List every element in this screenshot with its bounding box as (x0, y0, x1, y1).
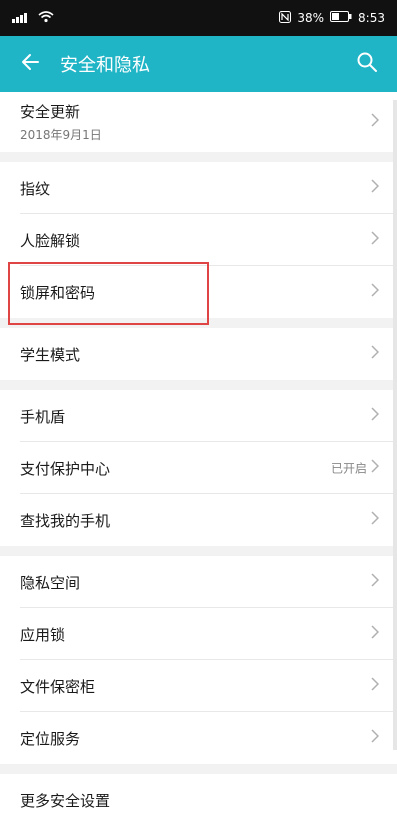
item-label: 学生模式 (20, 345, 81, 364)
settings-group: 学生模式 (0, 328, 397, 380)
list-item-payment-protection[interactable]: 支付保护中心 已开启 (0, 442, 397, 494)
battery-percent: 38% (297, 11, 325, 25)
item-label: 更多安全设置 (20, 791, 111, 810)
chevron-right-icon (371, 345, 380, 363)
list-item-app-lock[interactable]: 应用锁 (0, 608, 397, 660)
arrow-left-icon (19, 51, 41, 77)
item-label: 锁屏和密码 (20, 283, 96, 302)
list-item-more-security[interactable]: 更多安全设置 (0, 774, 397, 826)
signal-icon (12, 11, 34, 26)
chevron-right-icon (371, 113, 380, 131)
chevron-right-icon (371, 573, 380, 591)
item-label: 安全更新 (20, 103, 81, 121)
item-label: 人脸解锁 (20, 231, 81, 250)
app-bar: 安全和隐私 (0, 36, 397, 92)
settings-group: 隐私空间 应用锁 文件保密柜 定位服务 (0, 556, 397, 764)
item-label: 文件保密柜 (20, 677, 96, 696)
item-label: 查找我的手机 (20, 511, 111, 530)
list-item-security-update[interactable]: 安全更新 2018年9月1日 (0, 92, 397, 152)
list-item-private-space[interactable]: 隐私空间 (0, 556, 397, 608)
page-title: 安全和隐私 (60, 55, 150, 76)
chevron-right-icon (371, 179, 380, 197)
chevron-right-icon (371, 511, 380, 529)
search-icon (356, 51, 378, 77)
settings-group: 指纹 人脸解锁 锁屏和密码 (0, 162, 397, 318)
wifi-icon (38, 10, 54, 26)
clock: 8:53 (358, 11, 385, 25)
back-button[interactable] (0, 36, 60, 92)
chevron-right-icon (371, 459, 380, 477)
list-item-student-mode[interactable]: 学生模式 (0, 328, 397, 380)
settings-group: 安全更新 2018年9月1日 (0, 92, 397, 152)
scrollbar[interactable] (393, 100, 397, 750)
settings-list: 安全更新 2018年9月1日 指纹 人脸解锁 锁屏和密码 学生模式 手机盾 支付… (0, 92, 397, 826)
list-item-phone-shield[interactable]: 手机盾 (0, 390, 397, 442)
nfc-icon (279, 10, 292, 26)
item-label: 支付保护中心 (20, 459, 111, 478)
list-item-file-safe[interactable]: 文件保密柜 (0, 660, 397, 712)
list-item-fingerprint[interactable]: 指纹 (0, 162, 397, 214)
chevron-right-icon (371, 729, 380, 747)
settings-group: 更多安全设置 (0, 774, 397, 826)
list-item-location-services[interactable]: 定位服务 (0, 712, 397, 764)
chevron-right-icon (371, 625, 380, 643)
list-item-find-my-phone[interactable]: 查找我的手机 (0, 494, 397, 546)
status-text: 已开启 (330, 461, 367, 476)
item-label: 定位服务 (20, 729, 81, 748)
status-bar: 38% 8:53 (0, 0, 397, 36)
item-subtitle: 2018年9月1日 (20, 128, 102, 142)
list-item-lock-screen-password[interactable]: 锁屏和密码 (0, 266, 397, 318)
battery-icon (330, 11, 352, 25)
list-item-face-unlock[interactable]: 人脸解锁 (0, 214, 397, 266)
settings-group: 手机盾 支付保护中心 已开启 查找我的手机 (0, 390, 397, 546)
item-label: 应用锁 (20, 625, 66, 644)
chevron-right-icon (371, 677, 380, 695)
search-button[interactable] (347, 44, 387, 84)
item-label: 手机盾 (20, 407, 66, 426)
chevron-right-icon (371, 283, 380, 301)
chevron-right-icon (371, 407, 380, 425)
item-label: 隐私空间 (20, 573, 81, 592)
chevron-right-icon (371, 231, 380, 249)
item-label: 指纹 (20, 179, 51, 198)
